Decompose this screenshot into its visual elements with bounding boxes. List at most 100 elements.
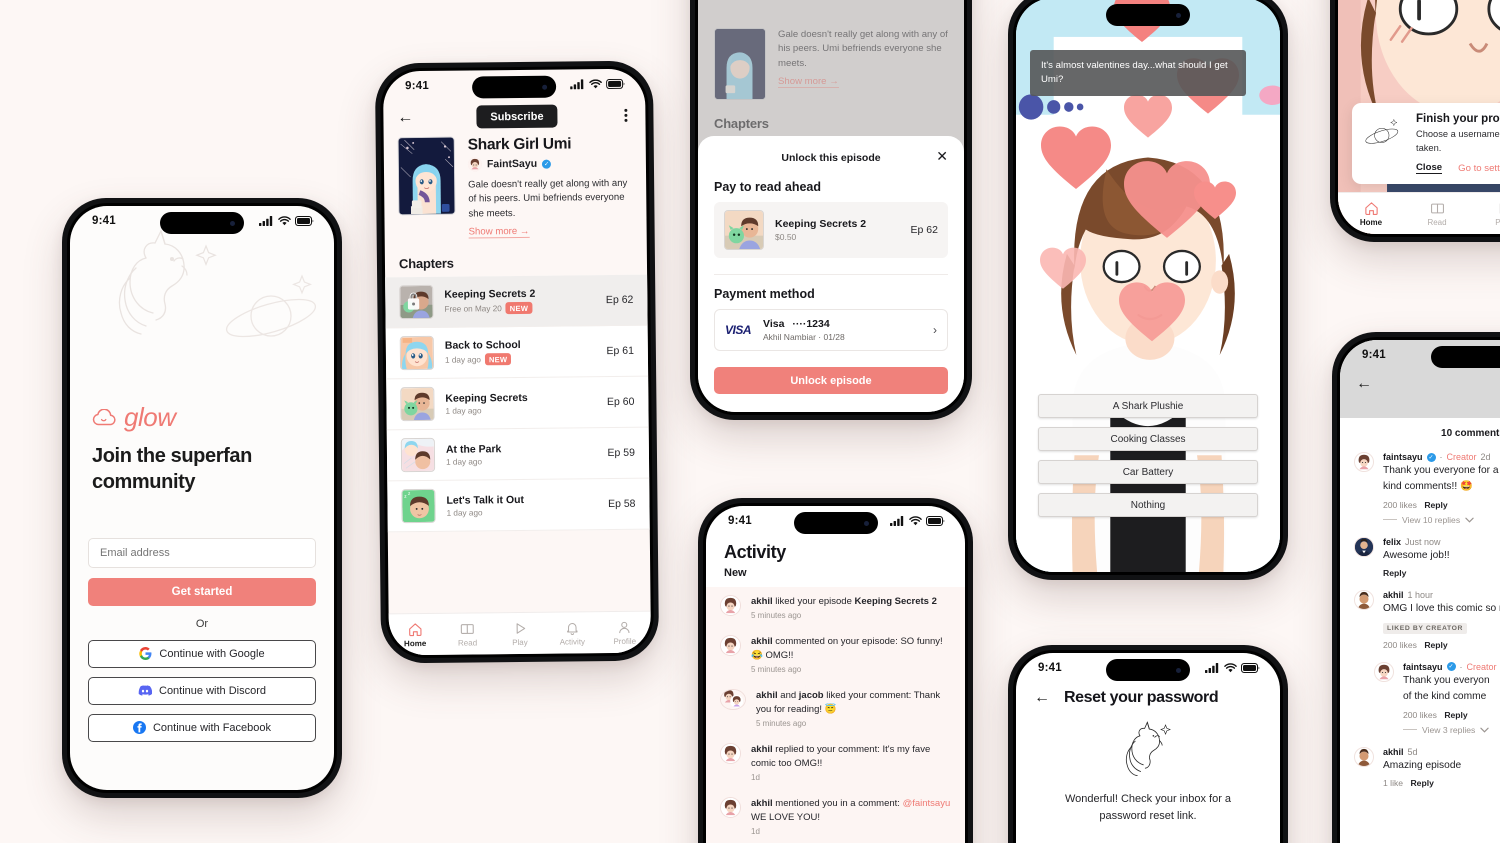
reply-button[interactable]: Reply (1444, 710, 1467, 720)
activity-mention[interactable]: @faintsayu (903, 798, 951, 809)
chevron-down-icon (1465, 517, 1474, 523)
activity-timestamp: 5 minutes ago (751, 611, 802, 621)
heart-icon (1041, 126, 1111, 189)
more-options-icon[interactable] (620, 107, 631, 124)
dynamic-island (793, 512, 878, 534)
comment-username[interactable]: faintsayu (1383, 452, 1423, 462)
reply-button[interactable]: Reply (1383, 568, 1406, 578)
tab-home[interactable]: Home (1338, 201, 1404, 227)
chevron-right-icon: › (933, 323, 937, 337)
back-arrow-icon[interactable]: ← (397, 109, 413, 126)
choice-option[interactable]: Nothing (1038, 493, 1258, 517)
battery-icon (1241, 663, 1260, 673)
planet-icon (1365, 118, 1399, 144)
reply-button[interactable]: Reply (1410, 778, 1433, 788)
chapter-title: Keeping Secrets 2 (444, 287, 536, 301)
unicorn-illustration (1016, 707, 1280, 783)
continue-with-facebook-button[interactable]: Continue with Facebook (88, 713, 316, 742)
phone-series-detail: 9:41 ← Subscribe Shark Girl Umi FaintSay… (374, 60, 660, 664)
page-title: Join the superfan community (92, 445, 252, 494)
chapter-subtitle: 1 day ago (446, 508, 483, 518)
or-divider-label: Or (195, 617, 209, 630)
view-replies-toggle[interactable]: View 10 replies (1383, 515, 1500, 525)
comment-text: Awesome job!! (1383, 549, 1450, 561)
subscribe-button[interactable]: Subscribe (476, 104, 558, 129)
chapter-row[interactable]: At the Park 1 day ago Ep 59 (386, 427, 650, 482)
tab-read[interactable]: Read (1404, 201, 1470, 227)
chapter-episode-number: Ep 58 (607, 497, 636, 511)
tab-home[interactable]: Home (389, 621, 442, 648)
author-name[interactable]: FaintSayu (487, 158, 537, 171)
avatar-stack (720, 689, 746, 711)
avatar[interactable] (1354, 746, 1374, 767)
creator-badge: Creator (1446, 452, 1477, 462)
email-field[interactable] (88, 537, 316, 568)
comment-text: Amazing episode (1383, 759, 1462, 771)
avatar[interactable] (1354, 590, 1374, 611)
dynamic-island (160, 212, 244, 234)
activity-user[interactable]: akhil (756, 690, 778, 701)
continue-with-google-button[interactable]: Continue with Google (88, 639, 316, 668)
chapter-row[interactable]: Back to School 1 day ago NEW Ep 61 (385, 325, 649, 380)
play-icon (516, 622, 525, 634)
view-replies-toggle[interactable]: View 3 replies (1403, 725, 1500, 735)
activity-user-2[interactable]: jacob (799, 690, 824, 701)
reply-button[interactable]: Reply (1424, 640, 1447, 650)
back-arrow-icon[interactable]: ← (1034, 690, 1050, 706)
dialogue-box: It's almost valentines day...what should… (1030, 50, 1246, 96)
activity-item[interactable]: akhil replied to your comment: It's my f… (706, 735, 965, 789)
close-icon[interactable]: ✕ (936, 149, 948, 163)
tab-profile[interactable]: Profile (598, 619, 651, 646)
chapter-row[interactable]: Keeping Secrets 1 day ago Ep 60 (386, 376, 649, 431)
tab-label: Play (1495, 217, 1500, 227)
choice-option[interactable]: Cooking Classes (1038, 427, 1258, 451)
go-to-settings-link[interactable]: Go to settings (1458, 163, 1500, 174)
activity-item[interactable]: akhil commented on your episode: SO funn… (706, 627, 965, 681)
activity-item[interactable]: akhil mentioned you in a comment: @faint… (706, 789, 965, 843)
home-icon (1364, 201, 1378, 215)
comment-list: faintsayu ✓ · Creator 2d Thank you every… (1340, 447, 1500, 795)
liked-by-creator-badge: LIKED BY CREATOR (1383, 622, 1468, 634)
wifi-icon (909, 516, 922, 526)
tab-read[interactable]: Read (441, 621, 494, 648)
toast-close-button[interactable]: Close (1416, 162, 1443, 174)
comment-username[interactable]: akhil (1383, 590, 1404, 600)
chapter-row[interactable]: zz Let's Talk it Out 1 day ago Ep 58 (387, 478, 650, 533)
choice-option[interactable]: Car Battery (1038, 460, 1258, 484)
choice-option[interactable]: A Shark Plushie (1038, 394, 1258, 418)
page-title: Activity (724, 542, 786, 562)
payment-method-row[interactable]: VISA Visa ····1234 Akhil Nambiar · 01/28… (714, 309, 948, 351)
avatar[interactable] (1354, 536, 1374, 557)
facebook-icon (132, 721, 146, 735)
episode-purchase-row[interactable]: Keeping Secrets 2 $0.50 Ep 62 (714, 202, 948, 258)
reply-button[interactable]: Reply (1424, 500, 1447, 510)
show-more-link[interactable]: Show more → (468, 226, 530, 239)
status-time: 9:41 (405, 79, 429, 93)
tab-play[interactable]: Play (494, 620, 547, 647)
chapter-row[interactable]: Keeping Secrets 2 Free on May 20 NEW Ep … (385, 274, 648, 329)
series-description: Gale doesn't really get along with any o… (468, 177, 628, 220)
chapter-thumbnail: zz (401, 489, 436, 524)
back-arrow-icon[interactable]: ← (1340, 370, 1500, 392)
comment-username[interactable]: faintsayu (1403, 662, 1443, 672)
unlock-episode-button[interactable]: Unlock episode (714, 367, 948, 394)
avatar[interactable] (1374, 661, 1394, 682)
heart-icon (1124, 94, 1172, 138)
tab-label: Profile (613, 636, 637, 646)
phone-story-choices: It's almost valentines day...what should… (1008, 0, 1288, 580)
dynamic-island (1106, 4, 1190, 26)
activity-user[interactable]: akhil (751, 596, 773, 607)
tab-activity[interactable]: Activity (546, 620, 599, 647)
continue-with-discord-button[interactable]: Continue with Discord (88, 676, 316, 705)
tab-play[interactable]: Play (1470, 201, 1500, 227)
activity-user[interactable]: akhil (751, 636, 773, 647)
finish-profile-toast: Finish your profile Choose a username be… (1352, 103, 1500, 184)
activity-user[interactable]: akhil (751, 798, 773, 809)
avatar[interactable] (1354, 452, 1374, 472)
activity-item[interactable]: akhil and jacob liked your comment: Than… (706, 681, 965, 735)
get-started-button[interactable]: Get started (88, 577, 316, 606)
activity-item[interactable]: akhil liked your episode Keeping Secrets… (706, 587, 965, 627)
comment-username[interactable]: akhil (1383, 747, 1404, 757)
comment-username[interactable]: felix (1383, 537, 1401, 547)
activity-user[interactable]: akhil (751, 744, 773, 755)
